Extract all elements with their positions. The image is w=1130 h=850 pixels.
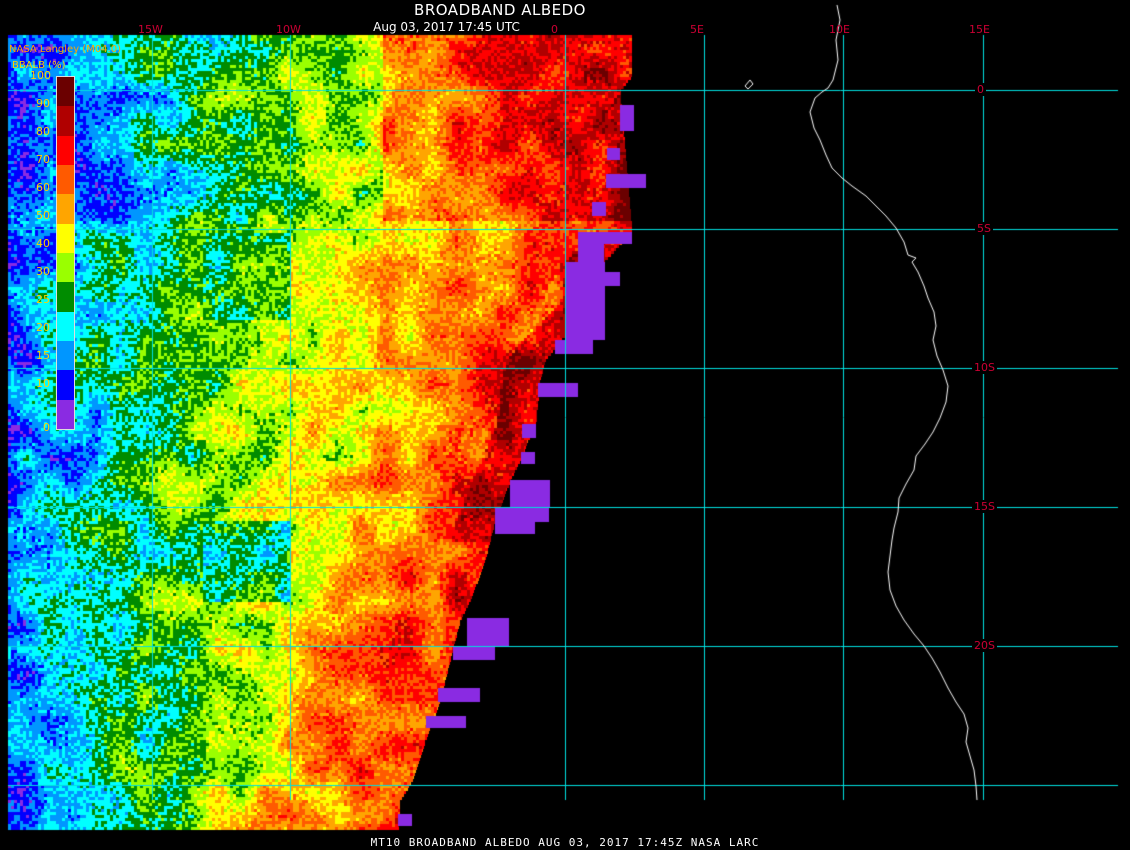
legend-label: 90 <box>36 97 50 110</box>
legend-swatch <box>57 164 74 195</box>
latitude-label: 20S <box>972 639 997 652</box>
albedo-map <box>0 0 1130 850</box>
legend-swatch <box>57 252 74 283</box>
longitude-label: 10W <box>276 23 301 36</box>
legend-swatch <box>57 223 74 253</box>
map-timestamp: Aug 03, 2017 17:45 UTC <box>373 20 520 34</box>
latitude-label: 10S <box>972 361 997 374</box>
legend-label: 15 <box>36 349 50 362</box>
latitude-label: 0 <box>975 83 986 96</box>
legend-label: 50 <box>36 209 50 222</box>
legend-label: 70 <box>36 153 50 166</box>
legend-label: 80 <box>36 125 50 138</box>
legend-label: 0 <box>43 421 50 434</box>
legend-label: 30 <box>36 265 50 278</box>
legend-swatch <box>57 311 74 341</box>
longitude-label: 0 <box>551 23 558 36</box>
legend-label: 20 <box>36 321 50 334</box>
longitude-label: 10E <box>829 23 850 36</box>
legend-swatch <box>57 135 74 165</box>
longitude-label: 15E <box>969 23 990 36</box>
latitude-label: 15S <box>972 500 997 513</box>
legend-label: 100 <box>30 69 51 82</box>
latitude-label: 5S <box>975 222 993 235</box>
legend-label: 10 <box>36 377 50 390</box>
longitude-label: 15W <box>138 23 163 36</box>
legend-label: 25 <box>36 293 50 306</box>
legend-label: 60 <box>36 181 50 194</box>
longitude-label: 5E <box>690 23 704 36</box>
footer-caption: MT10 BROADBAND ALBEDO AUG 03, 2017 17:45… <box>370 836 760 849</box>
legend-swatch <box>57 370 74 400</box>
map-title: BROADBAND ALBEDO <box>414 1 586 19</box>
legend-swatch <box>57 77 74 107</box>
legend-swatch <box>57 399 74 429</box>
legend-swatch <box>57 340 74 371</box>
color-legend <box>56 76 75 430</box>
legend-swatch <box>57 282 74 312</box>
legend-swatch <box>57 194 74 224</box>
legend-swatch <box>57 106 74 136</box>
legend-label: 40 <box>36 237 50 250</box>
producer-credit: NASA Langley (M04.0) <box>9 44 121 55</box>
